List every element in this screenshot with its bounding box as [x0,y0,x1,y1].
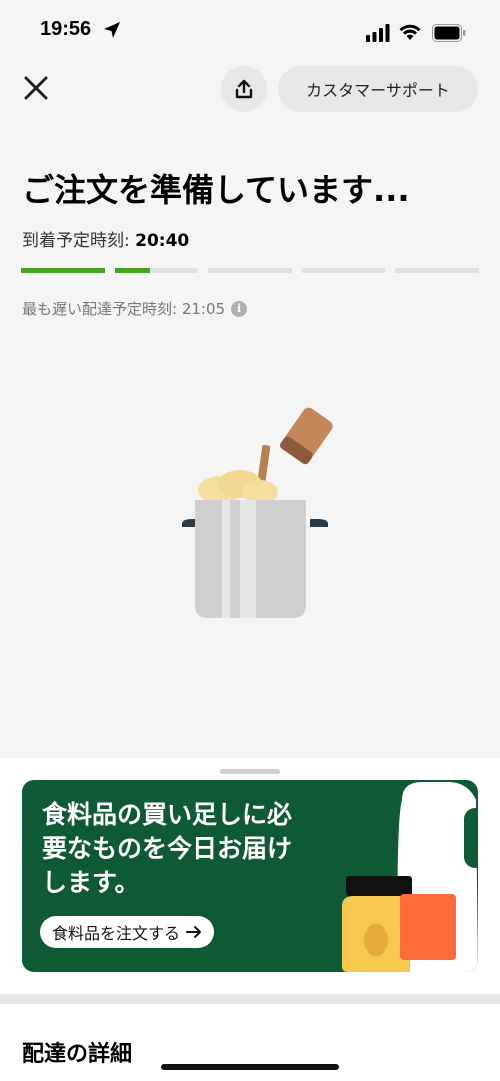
progress-segment [21,268,105,273]
arrow-right-icon [186,926,202,938]
battery-icon [432,24,466,42]
grocery-promo-banner[interactable]: 食料品の買い足しに必要なものを今日お届けします。 食料品を注文する [22,780,478,972]
latest-delivery-time: 最も遅い配達予定時刻: 21:05 i [22,298,248,319]
share-icon [235,79,253,99]
sheet-drag-handle[interactable] [220,769,280,774]
groceries-illustration [342,782,478,972]
eta-label: 到着予定時刻: [22,231,130,251]
section-divider [0,994,500,1004]
promo-text: 食料品の買い足しに必要なものを今日お届けします。 [42,800,293,897]
location-arrow-icon [104,22,120,38]
status-time: 19:56 [40,18,92,40]
delivery-details-title: 配達の詳細 [22,1042,133,1067]
info-icon[interactable]: i [231,300,248,317]
latest-delivery-label: 最も遅い配達予定時刻: 21:05 [22,300,226,318]
close-icon [24,76,48,100]
progress-segment [301,268,386,273]
cooking-pot-illustration [182,407,333,618]
close-button[interactable] [18,70,54,106]
progress-segment [208,268,292,273]
page-title: ご注文を準備しています... [22,171,410,209]
order-progress-bar [21,268,479,274]
wifi-icon [399,24,421,40]
order-groceries-button[interactable]: 食料品を注文する [40,916,215,948]
progress-segment [395,268,479,273]
customer-support-button[interactable]: カスタマーサポート [278,66,478,112]
eta-row: 到着予定時刻: 20:40 [22,226,189,251]
status-bar: 19:56 [0,0,500,62]
home-indicator[interactable] [161,1064,339,1070]
eta-time: 20:40 [135,231,190,251]
progress-segment [114,268,199,273]
share-button[interactable] [221,66,267,112]
cell-signal-icon [366,24,390,42]
order-groceries-label: 食料品を注文する [52,924,181,943]
